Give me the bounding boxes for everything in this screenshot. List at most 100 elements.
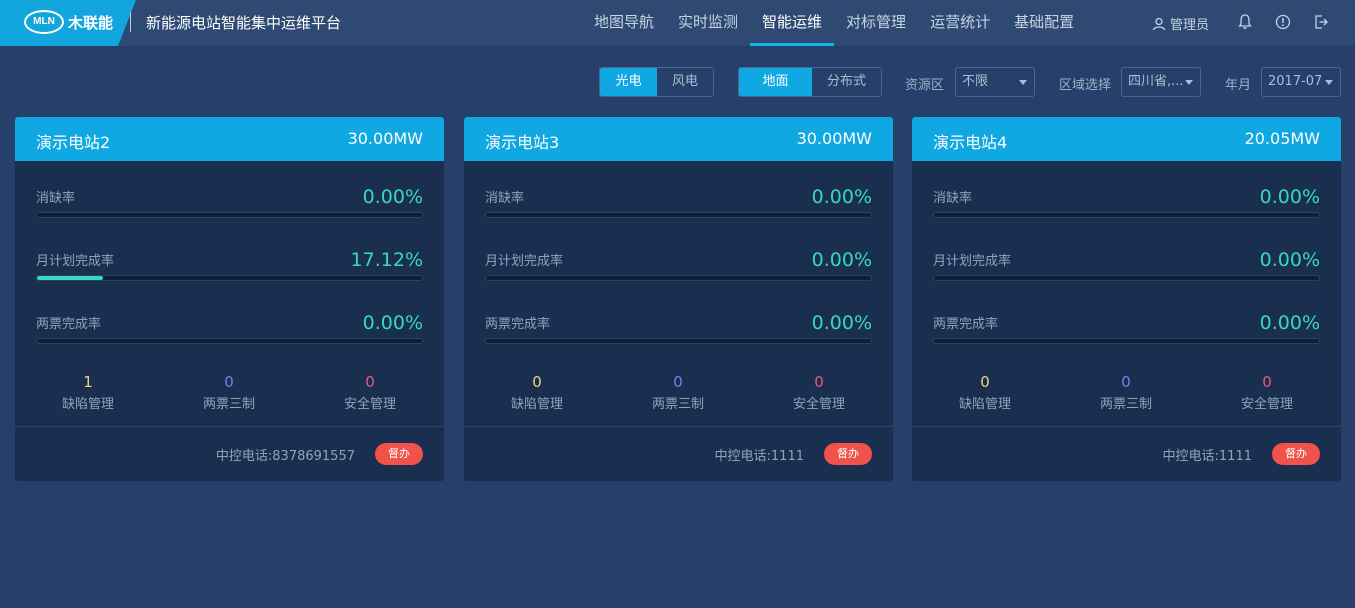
station-card[interactable]: 演示电站2 30.00MW 消缺率 0.00% 月计划完成率 17.12% 两票…: [15, 117, 444, 481]
count-label: 两票三制: [1099, 397, 1152, 412]
energy-wind-button[interactable]: 风电: [657, 68, 713, 96]
logout-icon[interactable]: [1312, 13, 1330, 31]
count-row: 0 缺陷管理 0 两票三制 0 安全管理: [912, 373, 1341, 417]
metric-defect-elimination: 消缺率 0.00%: [485, 186, 872, 235]
count-ticket[interactable]: 0 两票三制: [618, 373, 738, 412]
metric-label: 月计划完成率: [36, 254, 115, 269]
station-capacity: 20.05MW: [1244, 129, 1320, 148]
supervise-button[interactable]: 督办: [1272, 443, 1320, 465]
progress-bar: [933, 212, 1320, 218]
user-menu[interactable]: 管理员: [1152, 14, 1209, 33]
metric-value: 0.00%: [811, 249, 872, 271]
station-card-header: 演示电站2 30.00MW: [15, 117, 444, 161]
count-number: 0: [1121, 373, 1131, 391]
count-label: 缺陷管理: [958, 397, 1011, 412]
month-select[interactable]: 2017-07: [1261, 67, 1341, 97]
station-card[interactable]: 演示电站4 20.05MW 消缺率 0.00% 月计划完成率 0.00% 两票完…: [912, 117, 1341, 481]
alert-icon[interactable]: [1274, 13, 1292, 31]
control-phone: 中控电话:1111: [1162, 449, 1252, 464]
metric-value: 0.00%: [1259, 312, 1320, 334]
region-label: 区域选择: [1059, 78, 1112, 93]
chevron-down-icon: [1019, 80, 1027, 85]
chevron-down-icon: [1325, 80, 1333, 85]
control-phone: 中控电话:8378691557: [215, 449, 355, 464]
metric-ticket-completion: 两票完成率 0.00%: [36, 312, 423, 361]
progress-bar: [36, 338, 423, 344]
count-number: 0: [980, 373, 990, 391]
nav-benchmark[interactable]: 对标管理: [834, 0, 918, 46]
nav-smart-om[interactable]: 智能运维: [750, 0, 835, 46]
metric-label: 消缺率: [485, 191, 525, 206]
count-label: 缺陷管理: [61, 397, 114, 412]
count-number: 0: [365, 373, 375, 391]
station-card[interactable]: 演示电站3 30.00MW 消缺率 0.00% 月计划完成率 0.00% 两票完…: [464, 117, 893, 481]
nav-realtime[interactable]: 实时监测: [666, 0, 750, 46]
resource-select[interactable]: 不限: [955, 67, 1035, 97]
metric-value: 0.00%: [1259, 186, 1320, 208]
resource-select-value: 不限: [962, 74, 989, 89]
supervise-button[interactable]: 督办: [375, 443, 423, 465]
metric-value: 0.00%: [811, 186, 872, 208]
count-label: 安全管理: [343, 397, 396, 412]
count-safety[interactable]: 0 安全管理: [310, 373, 430, 412]
count-ticket[interactable]: 0 两票三制: [1066, 373, 1186, 412]
progress-bar: [485, 212, 872, 218]
count-label: 安全管理: [1240, 397, 1293, 412]
count-safety[interactable]: 0 安全管理: [759, 373, 879, 412]
metric-label: 月计划完成率: [933, 254, 1012, 269]
progress-fill: [37, 276, 103, 280]
count-number: 0: [1262, 373, 1272, 391]
supervise-button[interactable]: 督办: [824, 443, 872, 465]
count-label: 缺陷管理: [510, 397, 563, 412]
metric-value: 0.00%: [811, 312, 872, 334]
logo[interactable]: MLN 木联能: [0, 0, 136, 46]
count-safety[interactable]: 0 安全管理: [1207, 373, 1327, 412]
metric-monthly-plan: 月计划完成率 17.12%: [36, 249, 423, 298]
month-select-value: 2017-07: [1268, 74, 1323, 89]
resource-label: 资源区: [905, 78, 945, 93]
station-name: 演示电站4: [933, 133, 1008, 152]
count-defect[interactable]: 0 缺陷管理: [925, 373, 1045, 412]
station-name: 演示电站2: [36, 133, 111, 152]
metric-label: 两票完成率: [933, 317, 999, 332]
energy-type-toggle: 光电 风电: [599, 67, 714, 97]
metric-monthly-plan: 月计划完成率 0.00%: [485, 249, 872, 298]
energy-solar-button[interactable]: 光电: [600, 68, 657, 96]
user-icon: [1152, 17, 1166, 30]
progress-bar: [933, 275, 1320, 281]
chevron-down-icon: [1185, 80, 1193, 85]
metric-label: 消缺率: [933, 191, 973, 206]
install-ground-button[interactable]: 地面: [739, 68, 812, 96]
count-defect[interactable]: 1 缺陷管理: [28, 373, 148, 412]
install-distributed-button[interactable]: 分布式: [812, 68, 881, 96]
count-label: 安全管理: [792, 397, 845, 412]
region-select-value: 四川省,...: [1128, 74, 1184, 89]
card-divider: [464, 426, 893, 427]
logo-divider: [130, 12, 131, 32]
nav-map[interactable]: 地图导航: [582, 0, 666, 46]
count-number: 0: [814, 373, 824, 391]
control-phone: 中控电话:1111: [714, 449, 804, 464]
install-type-toggle: 地面 分布式: [738, 67, 882, 97]
card-divider: [15, 426, 444, 427]
nav-operation-stats[interactable]: 运营统计: [918, 0, 1002, 46]
count-ticket[interactable]: 0 两票三制: [169, 373, 289, 412]
logo-text: 木联能: [68, 14, 114, 32]
count-number: 0: [673, 373, 683, 391]
metric-label: 消缺率: [36, 191, 76, 206]
bell-icon[interactable]: [1236, 13, 1254, 31]
count-label: 两票三制: [651, 397, 704, 412]
count-defect[interactable]: 0 缺陷管理: [477, 373, 597, 412]
count-row: 1 缺陷管理 0 两票三制 0 安全管理: [15, 373, 444, 417]
station-name: 演示电站3: [485, 133, 560, 152]
main-nav: 地图导航 实时监测 智能运维 对标管理 运营统计 基础配置: [582, 0, 1086, 46]
nav-basic-config[interactable]: 基础配置: [1002, 0, 1086, 46]
station-capacity: 30.00MW: [796, 129, 872, 148]
metric-defect-elimination: 消缺率 0.00%: [933, 186, 1320, 235]
metric-value: 0.00%: [1259, 249, 1320, 271]
progress-bar: [485, 338, 872, 344]
count-number: 0: [532, 373, 542, 391]
region-select[interactable]: 四川省,...: [1121, 67, 1201, 97]
card-divider: [912, 426, 1341, 427]
month-label: 年月: [1225, 78, 1252, 93]
